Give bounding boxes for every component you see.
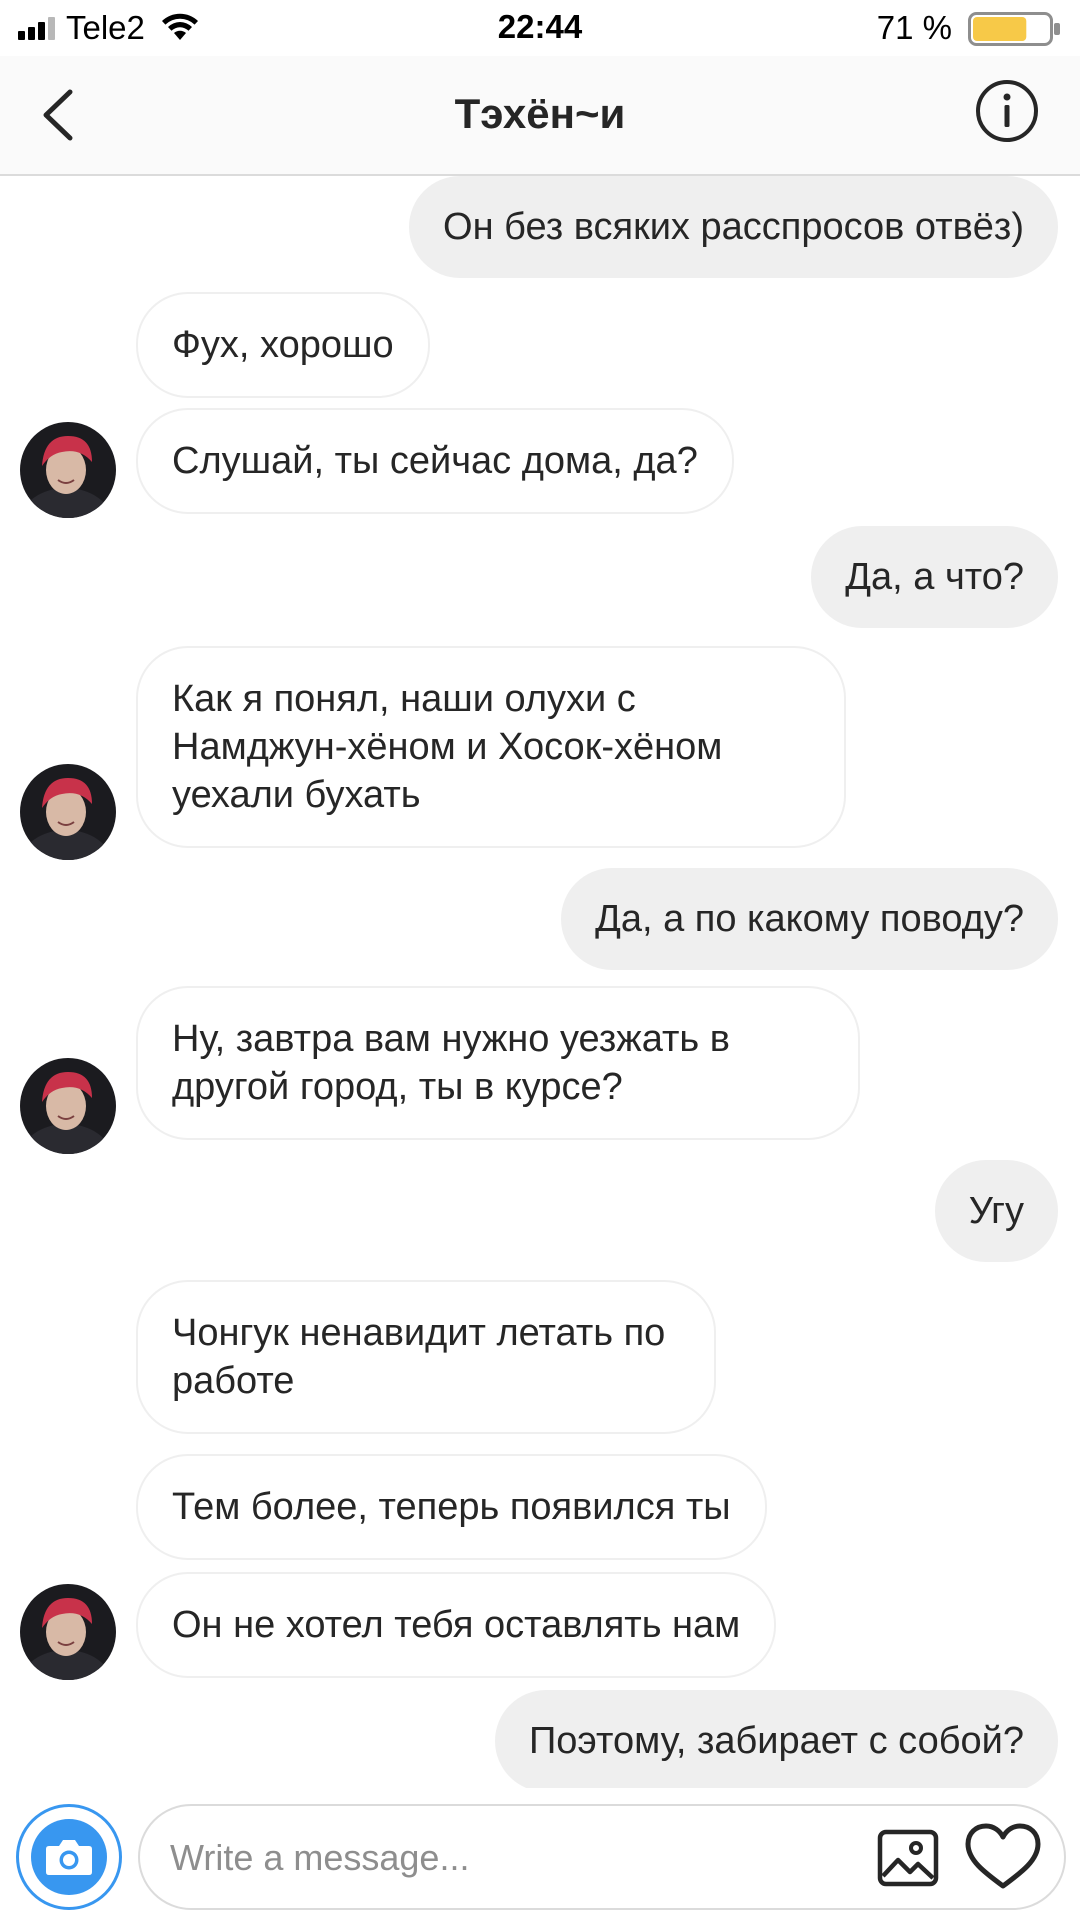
message-bubble-incoming[interactable]: Как я понял, наши олухи с Намджун-хёном … <box>136 646 846 848</box>
gallery-icon[interactable] <box>876 1826 940 1890</box>
message-bubble-outgoing[interactable]: Поэтому, забирает с собой? <box>494 1690 1058 1788</box>
message-bubble-outgoing[interactable]: Угу <box>934 1160 1058 1262</box>
message-text: Слушай, ты сейчас дома, да? <box>172 440 698 482</box>
message-text: Он не хотел тебя оставлять нам <box>172 1604 741 1646</box>
message-field <box>138 1804 1066 1910</box>
chat-title: Тэхён~и <box>454 90 626 137</box>
message-bubble-outgoing[interactable]: Да, а по какому поводу? <box>561 868 1058 970</box>
message-composer <box>0 1790 1080 1920</box>
message-text: Чонгук ненавидит летать по работе <box>172 1312 666 1402</box>
message-bubble-outgoing[interactable]: Он без всяких расспросов отвёз) <box>409 176 1058 278</box>
avatar-image <box>20 422 116 518</box>
status-bar: Tele2 22:44 71 % <box>0 0 1080 56</box>
camera-icon <box>46 1840 92 1875</box>
avatar-image <box>20 1058 116 1154</box>
avatar[interactable] <box>20 1584 116 1680</box>
message-text: Фух, хорошо <box>172 324 394 366</box>
message-text: Поэтому, забирает с собой? <box>528 1720 1024 1762</box>
chat-header: Тэхён~и <box>0 56 1080 176</box>
message-text: Угу <box>968 1190 1024 1232</box>
heart-icon[interactable] <box>964 1822 1042 1892</box>
camera-button-fill <box>31 1819 107 1895</box>
battery-percent: 71 % <box>876 9 952 46</box>
chat-screen: Tele2 22:44 71 % Тэхён~и Он без всяких р… <box>0 0 1080 1920</box>
info-icon[interactable] <box>974 78 1040 144</box>
message-text: Ну, завтра вам нужно уезжать в другой го… <box>172 1018 730 1108</box>
avatar-image <box>20 764 116 860</box>
avatar[interactable] <box>20 422 116 518</box>
message-text: Как я понял, наши олухи с Намджун-хёном … <box>172 678 723 816</box>
message-bubble-incoming[interactable]: Слушай, ты сейчас дома, да? <box>136 408 734 514</box>
battery-icon <box>968 12 1060 46</box>
message-input[interactable] <box>168 1806 852 1910</box>
camera-button[interactable] <box>16 1804 122 1910</box>
message-bubble-outgoing[interactable]: Да, а что? <box>811 526 1058 628</box>
message-bubble-incoming[interactable]: Он не хотел тебя оставлять нам <box>136 1572 777 1678</box>
avatar[interactable] <box>20 1058 116 1154</box>
avatar[interactable] <box>20 764 116 860</box>
message-text: Да, а что? <box>845 556 1024 598</box>
message-text: Да, а по какому поводу? <box>595 898 1024 940</box>
message-list[interactable]: Он без всяких расспросов отвёз) Фух, хор… <box>0 176 1080 1788</box>
message-bubble-incoming[interactable]: Фух, хорошо <box>136 292 430 398</box>
avatar-image <box>20 1584 116 1680</box>
message-bubble-incoming[interactable]: Тем более, теперь появился ты <box>136 1454 767 1560</box>
message-text: Он без всяких расспросов отвёз) <box>443 206 1024 248</box>
message-bubble-incoming[interactable]: Чонгук ненавидит летать по работе <box>136 1280 716 1434</box>
message-text: Тем более, теперь появился ты <box>172 1486 731 1528</box>
message-bubble-incoming[interactable]: Ну, завтра вам нужно уезжать в другой го… <box>136 986 860 1140</box>
